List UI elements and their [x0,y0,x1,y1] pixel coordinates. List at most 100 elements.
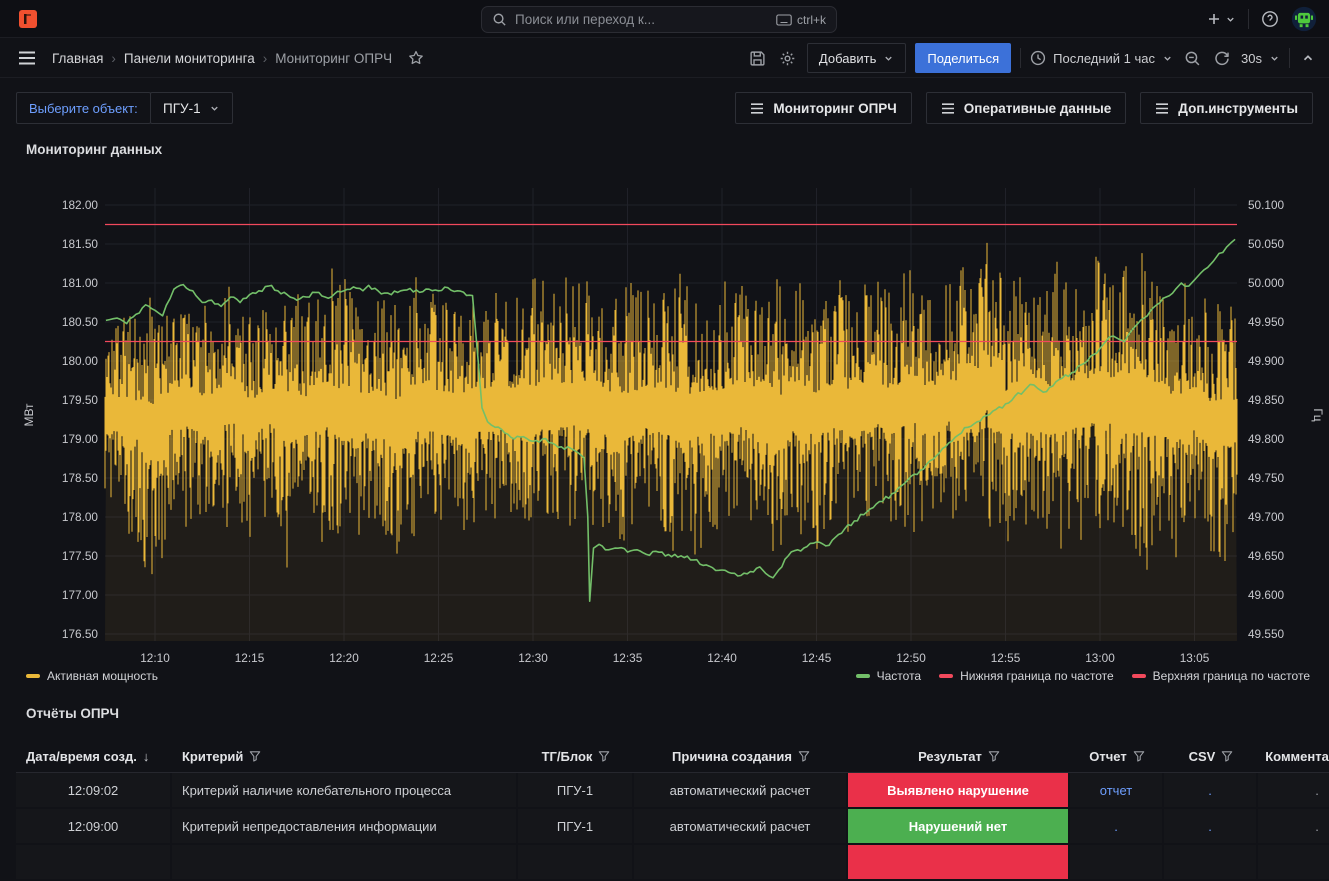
plus-icon [1206,11,1222,27]
column-header[interactable]: Критерий [172,740,518,772]
cell-csv[interactable]: . [1164,773,1256,807]
breadcrumb-item[interactable]: Панели мониторинга [124,51,255,66]
x-axis-tick: 12:20 [329,651,359,665]
legend-item[interactable]: Частота [856,669,921,683]
search-input[interactable]: Поиск или переход к... ctrl+k [481,6,837,33]
cell-report[interactable]: . [1070,809,1162,843]
x-axis-tick: 12:25 [424,651,454,665]
star-icon[interactable] [406,48,426,68]
right-axis-tick: 49.950 [1248,315,1285,329]
search-placeholder: Поиск или переход к... [515,12,776,27]
cell-criterion: Критерий непредоставления информации [172,809,516,843]
cell-date: 12:09:00 [16,809,170,843]
save-icon [749,50,766,67]
object-variable-label: Выберите объект: [16,92,151,124]
timeseries-chart[interactable]: 182.00181.50181.00180.50180.00179.50179.… [0,175,1329,680]
table-row: 12:09:02Критерий наличие колебательного … [16,773,1329,807]
menu-icon[interactable] [16,49,38,67]
dashboard-link-button[interactable]: Доп.инструменты [1140,92,1313,124]
table-header-row: Дата/время созд.↓КритерийТГ/БлокПричина … [16,740,1329,773]
share-button[interactable]: Поделиться [915,43,1011,73]
add-button[interactable]: Добавить [807,43,906,73]
legend-swatch [939,674,953,678]
search-shortcut: ctrl+k [776,13,826,27]
sort-desc-icon: ↓ [143,749,150,764]
legend-swatch [856,674,870,678]
table-row: 12:09:00Критерий непредоставления информ… [16,809,1329,843]
cell-date: 12:09:02 [16,773,170,807]
left-axis-tick: 181.50 [62,237,99,251]
cell-comment: . [1258,809,1329,843]
breadcrumb: Главная›Панели мониторинга›Мониторинг ОП… [52,51,392,66]
left-axis-tick: 178.00 [62,510,99,524]
column-header[interactable]: Отчет [1070,740,1164,772]
x-axis-tick: 12:10 [140,651,170,665]
refresh-button[interactable] [1212,48,1232,68]
column-header[interactable]: Результат [848,740,1070,772]
cell-reason: автоматический расчет [634,773,846,807]
list-icon [941,103,955,114]
filter-icon [988,750,1000,762]
dashboard-link-button[interactable]: Оперативные данные [926,92,1127,124]
legend-item[interactable]: Верхняя граница по частоте [1132,669,1310,683]
dashboard-links: Мониторинг ОПРЧ Оперативные данные Доп.инс… [735,92,1313,124]
x-axis-tick: 12:15 [235,651,265,665]
cell-comment [1258,845,1329,879]
left-axis-tick: 176.50 [62,627,99,641]
add-new-button[interactable] [1204,9,1238,29]
zoom-out-button[interactable] [1182,48,1203,69]
column-header[interactable]: ТГ/Блок [518,740,634,772]
divider [1289,48,1290,68]
column-header[interactable]: CSV [1164,740,1258,772]
help-button[interactable] [1259,8,1281,30]
zoom-out-icon [1184,50,1201,67]
x-axis-tick: 13:00 [1085,651,1115,665]
gear-icon [779,50,796,67]
result-badge: Выявлено нарушение [848,773,1068,807]
x-axis-tick: 13:05 [1180,651,1210,665]
cell-comment: . [1258,773,1329,807]
cell-criterion [172,845,516,879]
divider [1248,9,1249,29]
panel-title: Мониторинг данных [26,142,162,157]
cell-csv [1164,845,1256,879]
chevron-down-icon [1225,14,1236,25]
right-axis-tick: 49.750 [1248,471,1285,485]
table-row [16,845,1329,879]
dashboard-link-button[interactable]: Мониторинг ОПРЧ [735,92,911,124]
breadcrumb-item: Мониторинг ОПРЧ [275,51,392,66]
chart-legend: Активная мощность Частота Нижняя граница … [26,669,1310,683]
filter-icon [1221,750,1233,762]
filter-icon [249,750,261,762]
chevron-right-icon: › [111,51,116,66]
column-header[interactable]: Дата/время созд.↓ [16,740,172,772]
user-avatar[interactable] [1291,6,1317,32]
right-axis-tick: 49.600 [1248,588,1285,602]
column-header[interactable]: Причина создания [634,740,848,772]
filter-icon [1133,750,1145,762]
collapse-toolbar-button[interactable] [1299,49,1317,67]
legend-item[interactable]: Активная мощность [26,669,158,683]
save-dashboard-button[interactable] [747,48,768,69]
left-axis-tick: 180.00 [62,354,99,368]
top-nav-bar: Поиск или переход к... ctrl+k [0,0,1329,38]
settings-button[interactable] [777,48,798,69]
left-axis-tick: 177.50 [62,549,99,563]
left-axis-tick: 177.00 [62,588,99,602]
app-logo-icon[interactable] [18,9,38,29]
left-axis-tick: 179.00 [62,432,99,446]
refresh-interval-picker[interactable]: 30s [1241,51,1280,66]
legend-item[interactable]: Нижняя граница по частоте [939,669,1114,683]
time-range-picker[interactable]: Последний 1 час [1030,50,1173,66]
cell-csv[interactable]: . [1164,809,1256,843]
dashboard-controls: Выберите объект: ПГУ-1 Мониторинг ОПРЧ Оп… [16,92,1313,124]
cell-report[interactable]: отчет [1070,773,1162,807]
left-axis-label: МВт [22,403,36,427]
reports-table: Дата/время созд.↓КритерийТГ/БлокПричина … [16,740,1329,881]
filter-icon [798,750,810,762]
column-header[interactable]: Комментарий [1258,740,1329,772]
object-variable-select[interactable]: ПГУ-1 [150,92,233,124]
breadcrumb-item[interactable]: Главная [52,51,103,66]
refresh-icon [1214,50,1230,66]
cell-unit: ПГУ-1 [518,809,632,843]
